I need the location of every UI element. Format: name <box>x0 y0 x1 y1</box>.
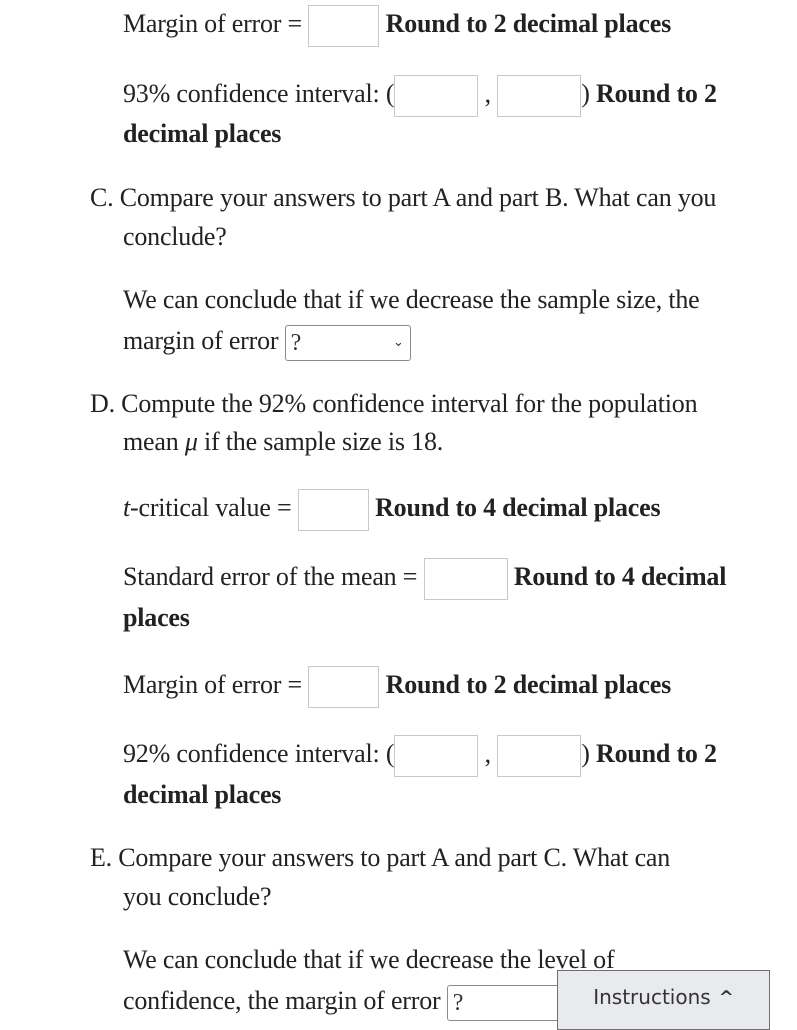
margin-input-d[interactable] <box>308 666 380 709</box>
part-c-question: C. Compare your answers to part A and pa… <box>90 183 717 212</box>
text: mean <box>123 427 185 456</box>
ci-label: 92% confidence interval: ( <box>123 739 395 768</box>
mu-symbol: μ <box>184 427 198 456</box>
round-hint: Round to 2 <box>596 79 717 108</box>
se-input[interactable] <box>423 558 508 601</box>
text: confidence interval for the population <box>305 389 698 418</box>
ci-label: 93% confidence interval: ( <box>123 79 395 108</box>
round-hint-cont: decimal places <box>123 119 282 148</box>
conclusion-text: confidence, the margin of error <box>123 986 441 1015</box>
sample-size: 18 <box>411 427 437 456</box>
text: . <box>436 427 444 456</box>
se-label: Standard error of the mean = <box>123 562 418 591</box>
t-label: -critical value = <box>130 493 292 522</box>
margin-label: Margin of error = <box>123 670 303 699</box>
part-d-question-cont: mean μ if the sample size is 18. <box>123 422 443 462</box>
chevron-up-icon: ^ <box>718 986 734 1008</box>
t-critical-input[interactable] <box>297 489 369 532</box>
margin-row-b: Margin of error = Round to 2 decimal pla… <box>123 4 672 48</box>
conclusion-text: margin of error <box>123 326 279 355</box>
round-hint: Round to 4 decimal places <box>375 493 661 522</box>
margin-row-d: Margin of error = Round to 2 decimal pla… <box>123 665 672 709</box>
t-critical-row: t-critical value = Round to 4 decimal pl… <box>123 488 661 532</box>
ci-close: ) <box>581 739 590 768</box>
round-hint-cont: decimal places <box>123 780 282 809</box>
ci-comma: , <box>484 79 492 108</box>
ci-upper-input-b[interactable] <box>497 75 582 118</box>
instructions-label: Instructions <box>593 985 711 1009</box>
ci-lower-input-d[interactable] <box>394 735 479 778</box>
ci-upper-input-d[interactable] <box>497 735 582 778</box>
se-row: Standard error of the mean = Round to 4 … <box>123 557 727 601</box>
part-c-select[interactable]: ? ⌄ <box>284 325 411 362</box>
part-e-conclusion: We can conclude that if we decrease the … <box>123 945 615 974</box>
part-c-question-cont: conclude? <box>123 222 227 251</box>
part-e-select[interactable]: ? ⌄ <box>446 985 573 1022</box>
chevron-down-icon: ⌄ <box>392 335 404 351</box>
t-symbol: t <box>123 493 131 522</box>
part-c-conclusion-row: margin of error ? ⌄ <box>123 321 411 362</box>
ci-row-b: 93% confidence interval: ( , ) Round to … <box>123 74 717 118</box>
part-c-conclusion: We can conclude that if we decrease the … <box>123 285 700 314</box>
instructions-button[interactable]: Instructions ^ <box>557 970 770 1030</box>
ci-close: ) <box>581 79 590 108</box>
select-value: ? <box>290 330 302 357</box>
part-e-conclusion-row: confidence, the margin of error ? ⌄ <box>123 981 573 1022</box>
part-d-question: D. Compute the 92% confidence interval f… <box>90 384 698 424</box>
ci-row-d: 92% confidence interval: ( , ) Round to … <box>123 734 717 778</box>
confidence-level: 92% <box>258 389 306 418</box>
round-hint: Round to 2 decimal places <box>385 9 672 38</box>
round-hint: Round to 2 <box>596 739 717 768</box>
round-hint: Round to 4 decimal <box>513 562 727 591</box>
round-hint: Round to 2 decimal places <box>385 670 672 699</box>
select-value: ? <box>452 990 464 1017</box>
text: D. Compute the <box>90 389 259 418</box>
ci-lower-input-b[interactable] <box>394 75 479 118</box>
text: if the sample size is <box>197 427 412 456</box>
margin-label: Margin of error = <box>123 9 303 38</box>
ci-comma: , <box>484 739 492 768</box>
part-e-question: E. Compare your answers to part A and pa… <box>90 843 671 872</box>
round-hint-cont: places <box>123 603 190 632</box>
part-e-question-cont: you conclude? <box>123 882 272 911</box>
margin-input-b[interactable] <box>308 5 380 48</box>
